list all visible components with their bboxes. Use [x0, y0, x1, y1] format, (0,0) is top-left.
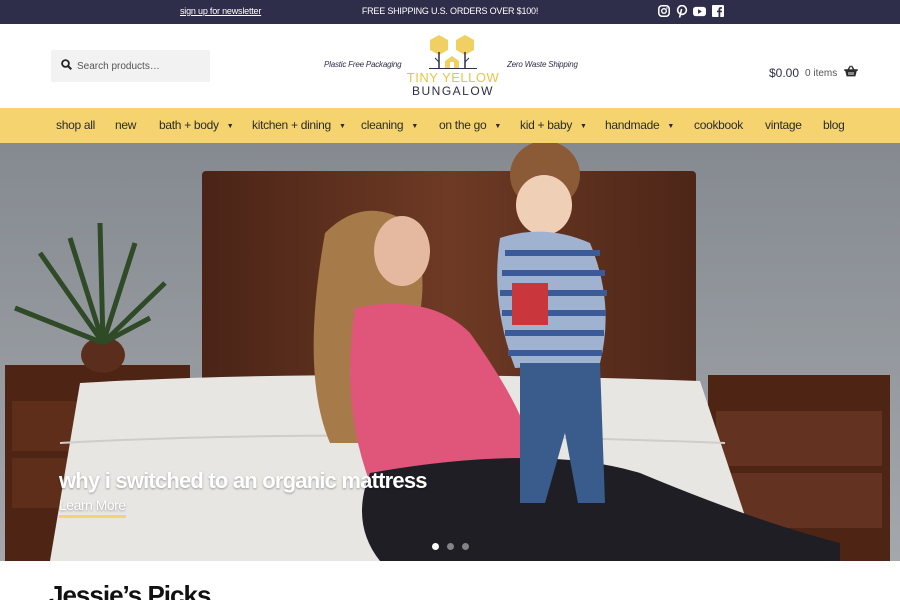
caret-down-icon: ▼	[338, 123, 346, 130]
slide-dot-1[interactable]	[432, 543, 439, 550]
hero-headline: why i switched to an organic mattress	[59, 468, 428, 493]
nav-label: new	[115, 118, 137, 132]
nav-label: vintage	[765, 118, 802, 132]
pinterest-icon[interactable]	[675, 4, 688, 18]
nav-label: blog	[823, 118, 845, 132]
main-navigation: shop all new bath + body ▼ kitchen + dini…	[0, 108, 900, 143]
instagram-icon[interactable]	[657, 4, 670, 18]
learn-more-link[interactable]: Learn More	[59, 497, 126, 518]
site-header: Plastic Free Packaging TINY YELLOW BUNGA…	[0, 24, 900, 108]
logo-text-line2: BUNGALOW	[411, 84, 494, 98]
slide-dot-3[interactable]	[462, 543, 469, 550]
caret-down-icon: ▼	[667, 123, 674, 130]
facebook-icon[interactable]	[711, 4, 724, 18]
nav-bath-body[interactable]: bath + body ▼	[159, 118, 234, 132]
caret-down-icon: ▼	[580, 123, 587, 130]
caret-down-icon: ▼	[226, 123, 234, 130]
slide-dot-2[interactable]	[447, 543, 454, 550]
nav-label: handmade	[605, 118, 660, 132]
tagline-zero-waste: Zero Waste Shipping	[507, 60, 578, 69]
site-logo[interactable]: TINY YELLOW BUNGALOW	[403, 34, 503, 100]
nav-kid-baby[interactable]: kid + baby ▼	[520, 118, 587, 132]
cart-link[interactable]: $0.00 0 items	[769, 64, 858, 82]
nav-cleaning[interactable]: cleaning ▼	[361, 118, 418, 132]
search-box[interactable]	[51, 50, 210, 82]
nav-vintage[interactable]: vintage	[765, 118, 802, 132]
nav-label: cleaning	[361, 118, 404, 132]
hero-image	[0, 143, 900, 561]
nav-kitchen-dining[interactable]: kitchen + dining ▼	[252, 118, 346, 132]
caret-down-icon: ▼	[411, 123, 418, 130]
nav-new[interactable]: new	[115, 118, 136, 132]
section-title: Jessie’s Picks	[49, 580, 211, 600]
logo-houses-icon	[429, 35, 477, 69]
nav-shop-all[interactable]: shop all	[56, 118, 95, 132]
nav-label: cookbook	[694, 118, 743, 132]
search-input[interactable]	[77, 60, 207, 72]
nav-label: on the go	[439, 118, 487, 132]
hero-slider[interactable]: why i switched to an organic mattress Le…	[0, 143, 900, 561]
top-bar: sign up for newsletter FREE SHIPPING U.S…	[0, 0, 900, 24]
slider-pagination	[432, 543, 469, 550]
nav-cookbook[interactable]: cookbook	[694, 118, 743, 132]
free-shipping-banner: FREE SHIPPING U.S. ORDERS OVER $100!	[361, 6, 539, 16]
basket-icon	[844, 64, 858, 82]
caret-down-icon: ▼	[494, 123, 501, 130]
cart-item-count: 0 items	[805, 67, 838, 79]
nav-handmade[interactable]: handmade ▼	[605, 118, 674, 132]
search-icon	[61, 57, 73, 75]
social-links	[657, 4, 724, 18]
youtube-icon[interactable]	[693, 4, 706, 18]
cart-total: $0.00	[769, 66, 800, 80]
nav-label: kid + baby	[520, 118, 573, 132]
nav-label: kitchen + dining	[252, 118, 331, 132]
nav-on-the-go[interactable]: on the go ▼	[439, 118, 501, 132]
nav-label: bath + body	[159, 118, 219, 132]
logo-text-line1: TINY YELLOW	[406, 70, 500, 85]
nav-label: shop all	[56, 118, 95, 132]
nav-blog[interactable]: blog	[823, 118, 845, 132]
tagline-plastic-free: Plastic Free Packaging	[324, 60, 402, 69]
